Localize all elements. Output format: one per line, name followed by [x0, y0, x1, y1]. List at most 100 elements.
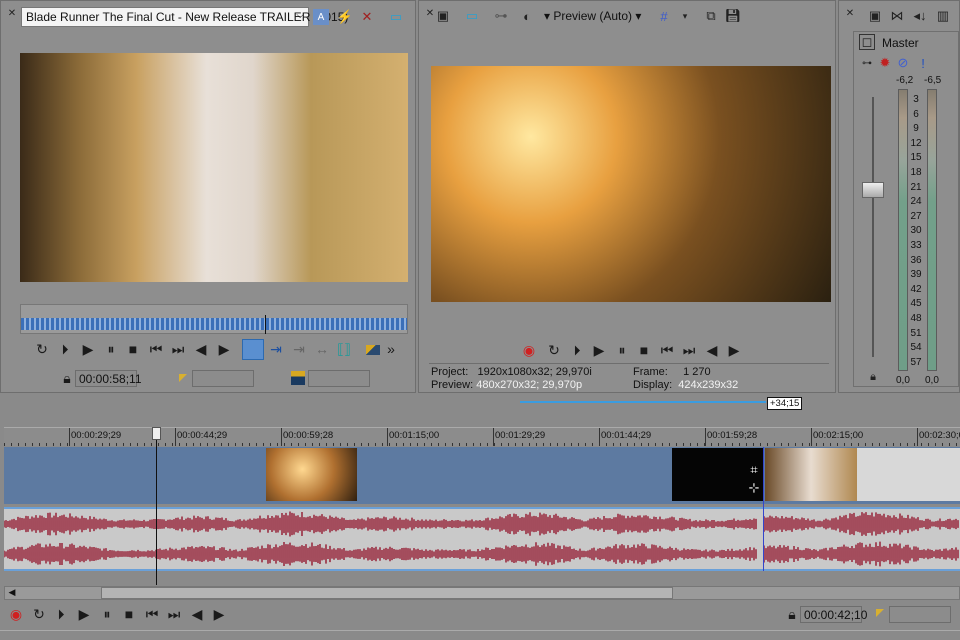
pan-icon[interactable]: ⊶	[859, 55, 875, 71]
mute-icon[interactable]: ⊘	[895, 55, 911, 71]
trimmer-timecode[interactable]: 00:00:58;11	[75, 370, 142, 387]
project-properties-icon[interactable]: ▣	[435, 8, 451, 24]
fit-icon[interactable]: ↔	[314, 341, 330, 357]
selection-field[interactable]	[889, 606, 951, 623]
cursor-position-icon: 🔒︎	[63, 370, 71, 386]
peak-right: -6,5	[924, 75, 942, 86]
add-to-end-icon[interactable]: ⇥	[291, 341, 307, 358]
lightning-icon[interactable]: ⚡	[337, 9, 353, 25]
video-clip-thumbnail[interactable]	[266, 448, 357, 501]
loop-icon[interactable]: ↻	[31, 606, 47, 623]
trimmer-scrub-bar[interactable]	[20, 304, 408, 334]
pan-crop-icon[interactable]: ⊹	[746, 480, 762, 496]
copy-snapshot-icon[interactable]: ⧉	[703, 8, 719, 24]
delete-icon[interactable]: ✕	[359, 9, 375, 25]
split-screen-icon[interactable]: ⊶	[493, 8, 509, 24]
loop-icon[interactable]: ↻	[34, 341, 50, 358]
cursor-handle[interactable]	[152, 427, 161, 440]
overlays-icon[interactable]: #	[656, 8, 672, 24]
next-frame-icon[interactable]: ⏭	[166, 606, 182, 623]
fader-handle[interactable]	[862, 182, 884, 198]
video-clip-thumbnail-2[interactable]	[765, 448, 857, 501]
selection-bar[interactable]	[520, 401, 766, 403]
close-icon[interactable]: ✕	[842, 5, 858, 21]
media-select[interactable]: Blade Runner The Final Cut - New Release…	[21, 7, 348, 27]
save-snapshot-icon[interactable]: 💾︎	[725, 8, 742, 24]
monitor-icon[interactable]: ▭	[388, 9, 404, 25]
preview-quality-dropdown[interactable]: ▾ Preview (Auto) ▾	[544, 9, 641, 23]
stop-icon[interactable]: ■	[636, 342, 652, 358]
playhead[interactable]	[265, 315, 266, 334]
ruler-label: 00:00:44;29	[177, 430, 228, 441]
pause-icon[interactable]: ⏸	[614, 342, 630, 359]
next-frame-icon[interactable]: ⏭	[170, 341, 186, 358]
horizontal-scrollbar[interactable]: ◀	[4, 586, 960, 600]
in-point-icon	[876, 609, 884, 617]
prev-frame-icon[interactable]: ⏮	[144, 606, 160, 623]
dim-output-icon[interactable]: ◂↓	[912, 8, 928, 24]
pause-icon[interactable]: ⏸	[99, 606, 115, 623]
pause-icon[interactable]: ⏸	[103, 341, 119, 358]
play-from-start-icon[interactable]: ⏵	[53, 606, 69, 623]
event-edge-marker	[763, 447, 764, 571]
meter-left-value: 0,0	[896, 375, 910, 386]
chevron-down-icon[interactable]: ▾	[677, 8, 693, 24]
step-back-icon[interactable]: ◀	[193, 341, 209, 358]
split-icon[interactable]: ⟦⟧	[336, 341, 352, 358]
trimmer-panel: ✕ Blade Runner The Final Cut - New Relea…	[0, 0, 416, 393]
auto-text-icon[interactable]: A	[313, 9, 329, 25]
scrollbar-thumb[interactable]	[101, 587, 673, 599]
meter-scale-label: 6	[913, 108, 919, 120]
step-forward-icon[interactable]: ▶	[216, 341, 232, 358]
meter-scale-label: 48	[910, 313, 922, 324]
record-icon[interactable]: ◉	[8, 606, 24, 623]
scroll-left-icon[interactable]: ◀	[5, 587, 19, 599]
marker-icon[interactable]	[366, 345, 380, 355]
length-field[interactable]	[308, 370, 370, 387]
solo-icon[interactable]: !	[915, 55, 931, 71]
timeline-timecode[interactable]: 00:00:42;10	[800, 606, 867, 623]
mixer-view-icon[interactable]: ▥	[935, 8, 951, 24]
timeline-cursor[interactable]	[156, 428, 157, 585]
step-forward-icon[interactable]: ▶	[726, 342, 742, 359]
lock-icon[interactable]: 🔒︎	[865, 369, 881, 385]
frame-info: Frame: 1 270	[633, 366, 711, 378]
close-icon[interactable]: ✕	[4, 5, 20, 21]
record-icon[interactable]: ◉	[521, 342, 537, 359]
insert-bus-icon[interactable]: ▣	[867, 8, 883, 24]
more-icon[interactable]: »	[383, 341, 399, 357]
next-frame-icon[interactable]: ⏭	[681, 342, 697, 359]
meter-scale-label: 27	[910, 210, 922, 222]
in-point-icon	[179, 374, 187, 382]
monitor-icon[interactable]: ▭	[464, 8, 480, 24]
in-point-field[interactable]	[192, 370, 254, 387]
step-back-icon[interactable]: ◀	[704, 342, 720, 359]
crop-icon[interactable]: ⌗	[746, 462, 762, 478]
step-back-icon[interactable]: ◀	[189, 606, 205, 623]
stop-icon[interactable]: ■	[121, 606, 137, 622]
loop-icon[interactable]: ↻	[546, 342, 562, 359]
chevron-down-icon: ⌵	[296, 10, 304, 21]
prev-frame-icon[interactable]: ⏮	[659, 342, 675, 359]
bus-icon[interactable]: ◻	[859, 34, 875, 50]
play-from-start-icon[interactable]: ⏵	[57, 341, 73, 358]
insert-icon[interactable]: ⇥	[268, 341, 284, 358]
ruler-tick	[599, 428, 600, 446]
step-forward-icon[interactable]: ▶	[211, 606, 227, 623]
play-icon[interactable]: ▶	[76, 606, 92, 623]
meter-scale-label: 54	[910, 342, 922, 354]
out-point-icon	[291, 371, 305, 385]
downmix-icon[interactable]: ⋈	[889, 8, 905, 24]
meter-scale-label: 33	[910, 240, 922, 251]
play-icon[interactable]: ▶	[591, 342, 607, 359]
fx-icon[interactable]: ✹	[877, 55, 893, 71]
ruler-tick	[705, 428, 706, 446]
audio-waveform	[4, 511, 959, 567]
meter-scale-label: 18	[910, 167, 922, 178]
overwrite-button[interactable]	[242, 339, 264, 360]
stop-icon[interactable]: ■	[125, 341, 141, 357]
video-fx-icon[interactable]: ◐	[519, 8, 535, 24]
play-from-start-icon[interactable]: ⏵	[569, 342, 585, 359]
play-icon[interactable]: ▶	[80, 341, 96, 358]
prev-frame-icon[interactable]: ⏮	[148, 341, 164, 358]
